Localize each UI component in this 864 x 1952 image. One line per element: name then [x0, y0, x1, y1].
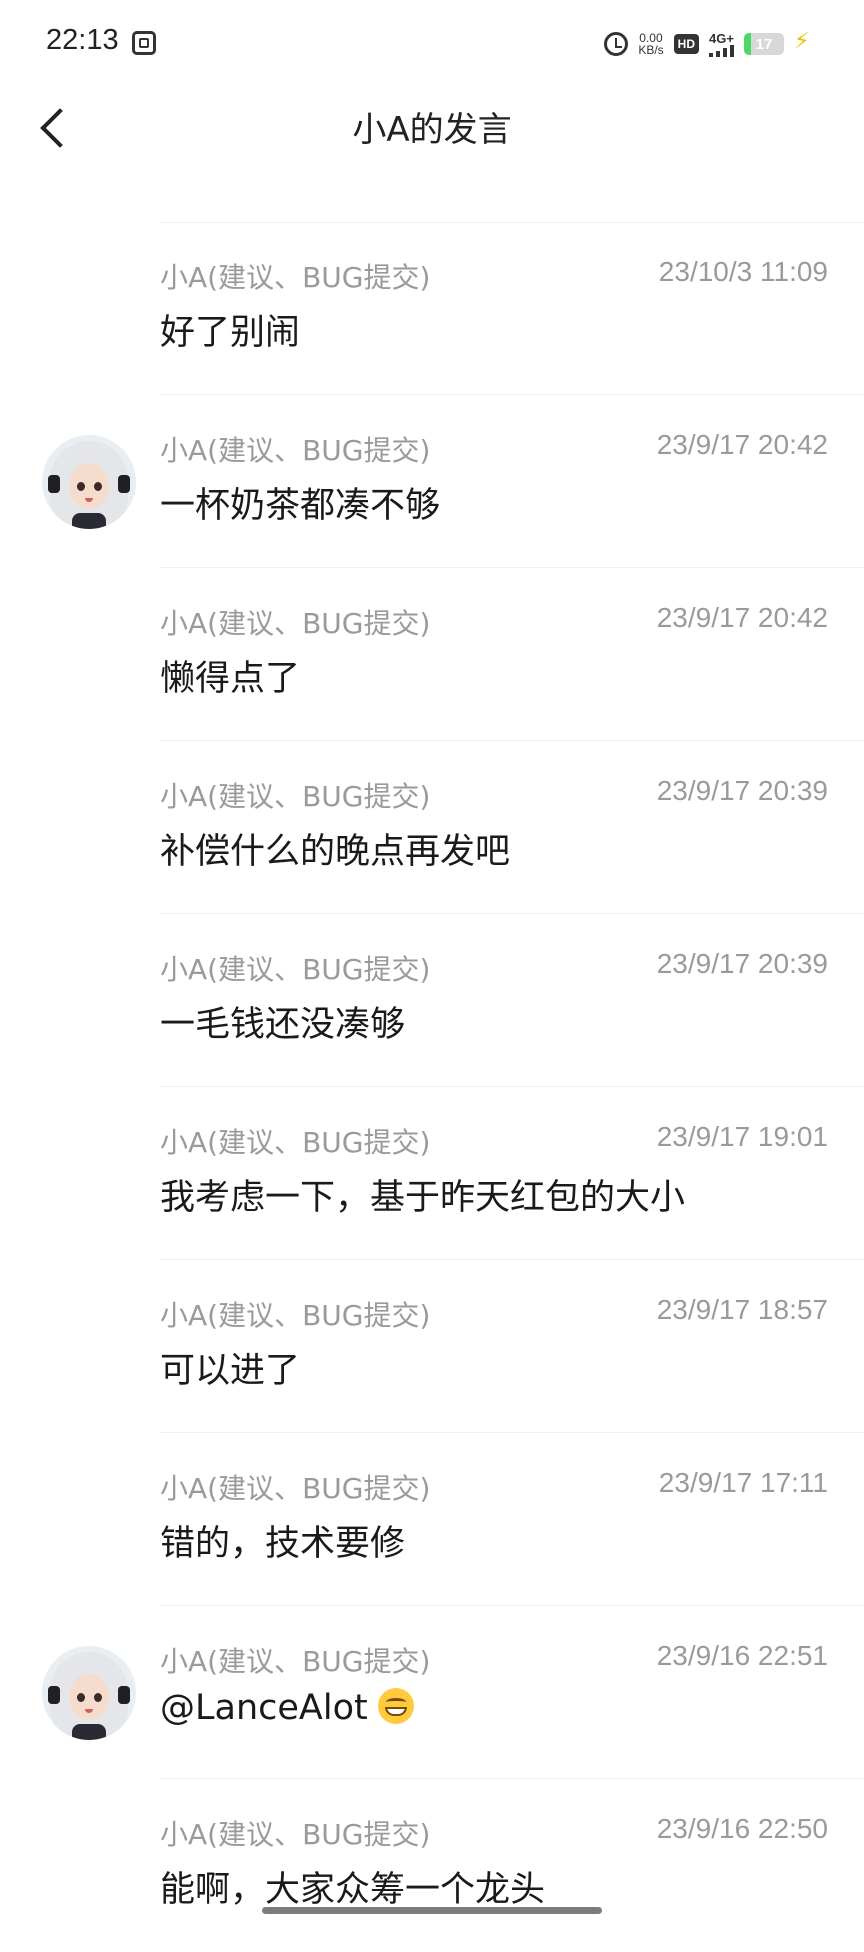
post-content: 补偿什么的晚点再发吧	[160, 823, 510, 874]
battery-icon: 17	[744, 33, 784, 55]
post-content-text: 补偿什么的晚点再发吧	[160, 832, 511, 872]
post-timestamp: 23/9/17 20:42	[656, 429, 828, 460]
post-content: 一杯奶茶都凑不够	[160, 477, 440, 528]
navigation-bar: 小A的发言	[0, 84, 864, 174]
home-indicator[interactable]	[262, 1907, 602, 1914]
post-content-text: @LanceAlot	[160, 1688, 368, 1728]
post-timestamp: 23/9/17 20:42	[656, 602, 828, 633]
post-content-text: 可以进了	[160, 1351, 301, 1391]
post-content: 一毛钱还没凑够	[160, 996, 405, 1047]
charging-bolt-icon	[794, 29, 814, 57]
post-timestamp: 23/9/17 19:01	[656, 1121, 828, 1152]
list-item[interactable]: 小A(建议、BUG提交) 23/9/17 17:11 错的，技术要修	[0, 1433, 864, 1606]
alarm-icon	[604, 32, 629, 56]
post-author: 小A(建议、BUG提交)	[160, 261, 431, 294]
post-content: @LanceAlot	[160, 1688, 414, 1728]
post-author: 小A(建议、BUG提交)	[160, 607, 431, 640]
post-content-text: 一毛钱还没凑够	[160, 1005, 406, 1045]
page-title: 小A的发言	[352, 110, 512, 150]
post-author: 小A(建议、BUG提交)	[160, 1299, 431, 1332]
post-content-text: 我考虑一下，基于昨天红包的大小	[160, 1178, 686, 1218]
status-indicators: 0.00 KB/s HD 4G+ 17	[604, 26, 814, 62]
hd-icon: HD	[673, 34, 699, 54]
post-list: 小A(建议、BUG提交) 23/10/3 11:09 好了别闹 小A(建议、BUG提交…	[0, 222, 864, 1952]
post-author: 小A(建议、BUG提交)	[160, 1472, 431, 1505]
list-item[interactable]: 小A(建议、BUG提交) 23/9/16 22:51 @LanceAlot	[0, 1606, 864, 1779]
list-item[interactable]: 小A(建议、BUG提交) 23/9/17 19:01 我考虑一下，基于昨天红包的大小	[0, 1087, 864, 1260]
post-content-text: 错的，技术要修	[160, 1524, 406, 1564]
post-author: 小A(建议、BUG提交)	[160, 434, 431, 467]
status-time: 22:13	[46, 24, 119, 56]
post-timestamp: 23/9/16 22:51	[656, 1640, 828, 1671]
post-timestamp: 23/9/16 22:50	[656, 1813, 828, 1844]
notification-app-icon	[132, 31, 156, 55]
post-timestamp: 23/9/17 17:11	[658, 1467, 828, 1498]
list-item[interactable]: 小A(建议、BUG提交) 23/9/17 20:39 一毛钱还没凑够	[0, 914, 864, 1087]
battery-level: 17	[755, 35, 773, 53]
cellular-signal-icon: 4G+	[709, 32, 734, 57]
network-type-label: 4G+	[709, 30, 734, 46]
avatar[interactable]	[42, 1646, 136, 1740]
post-content-text: 能啊，大家众筹一个龙头	[160, 1870, 546, 1910]
post-timestamp: 23/9/17 20:39	[656, 775, 828, 806]
post-content-text: 好了别闹	[160, 313, 301, 353]
post-author: 小A(建议、BUG提交)	[160, 780, 431, 813]
list-item[interactable]: 小A(建议、BUG提交) 23/9/17 18:57 可以进了	[0, 1260, 864, 1433]
list-item[interactable]: 小A(建议、BUG提交) 23/9/17 20:42 懒得点了	[0, 568, 864, 741]
post-author: 小A(建议、BUG提交)	[160, 1126, 431, 1159]
avatar[interactable]	[42, 435, 136, 529]
post-content-text: 懒得点了	[160, 659, 301, 699]
list-item[interactable]: 小A(建议、BUG提交) 23/10/3 11:09 好了别闹	[0, 222, 864, 395]
post-content: 懒得点了	[160, 650, 300, 701]
post-content: 我考虑一下，基于昨天红包的大小	[160, 1169, 685, 1220]
post-timestamp: 23/9/17 18:57	[656, 1294, 828, 1325]
post-author: 小A(建议、BUG提交)	[160, 953, 431, 986]
post-timestamp: 23/9/17 20:39	[656, 948, 828, 979]
post-content: 可以进了	[160, 1342, 300, 1393]
post-content-text: 一杯奶茶都凑不够	[160, 486, 441, 526]
network-speed: 0.00 KB/s	[638, 32, 663, 56]
grinning-face-icon	[377, 1688, 414, 1724]
status-bar: 22:13 0.00 KB/s HD 4G+ 17	[0, 0, 864, 84]
post-author: 小A(建议、BUG提交)	[160, 1645, 431, 1678]
list-item[interactable]: 小A(建议、BUG提交) 23/9/17 20:39 补偿什么的晚点再发吧	[0, 741, 864, 914]
battery-fill	[744, 33, 751, 55]
post-timestamp: 23/10/3 11:09	[658, 256, 828, 287]
list-item[interactable]: 小A(建议、BUG提交) 23/9/16 22:50 能啊，大家众筹一个龙头	[0, 1779, 864, 1952]
post-author: 小A(建议、BUG提交)	[160, 1818, 431, 1851]
network-speed-unit: KB/s	[638, 43, 664, 57]
list-item[interactable]: 小A(建议、BUG提交) 23/9/17 20:42 一杯奶茶都凑不够	[0, 395, 864, 568]
post-content: 错的，技术要修	[160, 1515, 405, 1566]
post-content: 能啊，大家众筹一个龙头	[160, 1861, 545, 1912]
signal-bars	[709, 44, 734, 57]
post-content: 好了别闹	[160, 304, 300, 355]
